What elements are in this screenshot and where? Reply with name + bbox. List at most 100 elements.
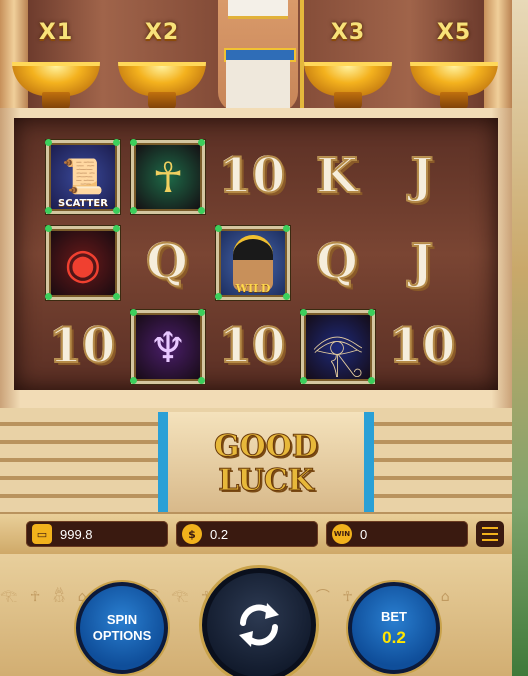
- bet-field: $ 0.2: [176, 521, 318, 547]
- corner-gem: [198, 377, 205, 384]
- goddess-skirt: [226, 60, 290, 112]
- balance-field: ▭ 999.8: [26, 521, 168, 547]
- banner-line-2: LUCK: [218, 463, 315, 498]
- corner-gem: [113, 139, 120, 146]
- symbol-letter: Q: [315, 233, 359, 291]
- golden-bowl: [12, 62, 100, 96]
- corner-gem: [45, 293, 52, 300]
- symbol-letter: Q: [145, 233, 189, 291]
- corner-gem: [283, 293, 290, 300]
- background-scenery: [512, 0, 528, 676]
- spin-button[interactable]: [202, 568, 316, 676]
- symbol-letter: 10: [218, 147, 287, 205]
- control-panel: 𓂀 ☥ 𓆣 ⌂ ⚲ ☥ ⌒ 𓂀 ☥ ⚲ ⌂ ☥ 𓆣 ⌒ ☥ ⚲ 𓂀 ☥ ⌂ SP…: [0, 554, 512, 676]
- letter-symbol: Q: [131, 226, 203, 298]
- corner-gem: [130, 377, 137, 384]
- wild-symbol: WILD: [215, 225, 290, 300]
- balance-value: 999.8: [60, 526, 93, 542]
- corner-gem: [45, 139, 52, 146]
- scroll-icon: 📜: [61, 158, 105, 196]
- corner-gem: [130, 207, 137, 214]
- corner-gem: [45, 225, 52, 232]
- symbol-letter: J: [410, 233, 435, 291]
- wallet-icon: ▭: [32, 524, 52, 544]
- wild-label: WILD: [235, 282, 271, 295]
- multiplier-bowl-1: X1: [8, 20, 104, 112]
- scarab-purple-symbol: ♆: [130, 309, 205, 384]
- win-icon: WIN: [332, 524, 352, 544]
- letter-symbol: 10: [386, 310, 458, 382]
- menu-icon-bar: [482, 533, 498, 535]
- bet-value: 0.2: [382, 627, 406, 647]
- corner-gem: [113, 225, 120, 232]
- corner-gem: [113, 293, 120, 300]
- letter-symbol: K: [301, 140, 373, 212]
- win-value: 0: [360, 526, 368, 542]
- corner-gem: [368, 377, 375, 384]
- corner-gem: [198, 309, 205, 316]
- message-banner: GOOD LUCK: [158, 412, 374, 512]
- multiplier-bowl-3: X3: [300, 20, 396, 112]
- symbol-letter: 10: [218, 317, 287, 375]
- menu-button[interactable]: [476, 521, 504, 547]
- scatter-symbol: 📜 SCATTER: [45, 139, 120, 214]
- spin-options-button[interactable]: SPIN OPTIONS: [76, 582, 168, 674]
- bet-label: BET: [381, 608, 407, 624]
- spin-options-line-1: SPIN: [106, 612, 138, 627]
- corner-gem: [130, 139, 137, 146]
- ring-red-icon: ◉: [64, 238, 102, 288]
- multiplier-label: X3: [330, 20, 366, 45]
- info-bar: ▭ 999.8 $ 0.2 WIN 0: [0, 514, 512, 554]
- goddess-top: [228, 0, 288, 19]
- temple-top: X1 X2 X3 X5: [0, 0, 512, 112]
- reel-frame: 📜 SCATTER ☥ 10 K J ◉ Q WILD Q J 10 ♆ 10 𓂀 10: [0, 108, 512, 408]
- scarab-purple-icon: ♆: [149, 322, 187, 372]
- win-field: WIN 0: [326, 521, 468, 547]
- multiplier-label: X1: [38, 20, 74, 45]
- multiplier-bowl-4: X5: [406, 20, 502, 112]
- bet-field-value: 0.2: [210, 526, 229, 542]
- ankh-green-symbol: ☥: [130, 139, 205, 214]
- spin-options-line-2: OPTIONS: [92, 628, 152, 643]
- refresh-icon: [239, 603, 279, 647]
- multiplier-label: X2: [144, 20, 180, 45]
- symbol-letter: 10: [48, 317, 117, 375]
- reel-grid: 📜 SCATTER ☥ 10 K J ◉ Q WILD Q J 10 ♆ 10 𓂀 10: [14, 118, 498, 390]
- letter-symbol: J: [386, 226, 458, 298]
- corner-gem: [300, 377, 307, 384]
- corner-gem: [283, 225, 290, 232]
- corner-gem: [368, 309, 375, 316]
- corner-gem: [45, 207, 52, 214]
- corner-gem: [215, 225, 222, 232]
- letter-symbol: J: [386, 140, 458, 212]
- banner-line-1: GOOD: [214, 429, 319, 464]
- menu-icon-bar: [482, 527, 498, 529]
- multiplier-bowl-2: X2: [114, 20, 210, 112]
- letter-symbol: 10: [216, 140, 288, 212]
- ankh-green-icon: ☥: [152, 152, 184, 202]
- letter-symbol: 10: [46, 310, 118, 382]
- golden-bowl: [410, 62, 498, 96]
- corner-gem: [300, 309, 307, 316]
- corner-gem: [198, 207, 205, 214]
- symbol-letter: 10: [388, 317, 457, 375]
- letter-symbol: 10: [216, 310, 288, 382]
- coin-icon: $: [182, 524, 202, 544]
- symbol-letter: K: [315, 147, 359, 205]
- slot-game: X1 X2 X3 X5 📜 SCATTER ☥ 10 K J ◉ Q WILD Q J 10 ♆ 10 𓂀 1…: [0, 0, 512, 676]
- eye-blue-icon: 𓂀: [311, 329, 365, 378]
- goddess-figure: [218, 0, 298, 112]
- corner-gem: [113, 207, 120, 214]
- letter-symbol: Q: [301, 226, 373, 298]
- bet-button[interactable]: BET 0.2: [348, 582, 440, 674]
- scatter-label: SCATTER: [58, 198, 108, 209]
- multiplier-label: X5: [436, 20, 472, 45]
- eye-blue-symbol: 𓂀: [300, 309, 375, 384]
- symbol-letter: J: [410, 147, 435, 205]
- corner-gem: [198, 139, 205, 146]
- corner-gem: [130, 309, 137, 316]
- golden-bowl: [118, 62, 206, 96]
- corner-gem: [215, 293, 222, 300]
- ring-red-symbol: ◉: [45, 225, 120, 300]
- golden-bowl: [304, 62, 392, 96]
